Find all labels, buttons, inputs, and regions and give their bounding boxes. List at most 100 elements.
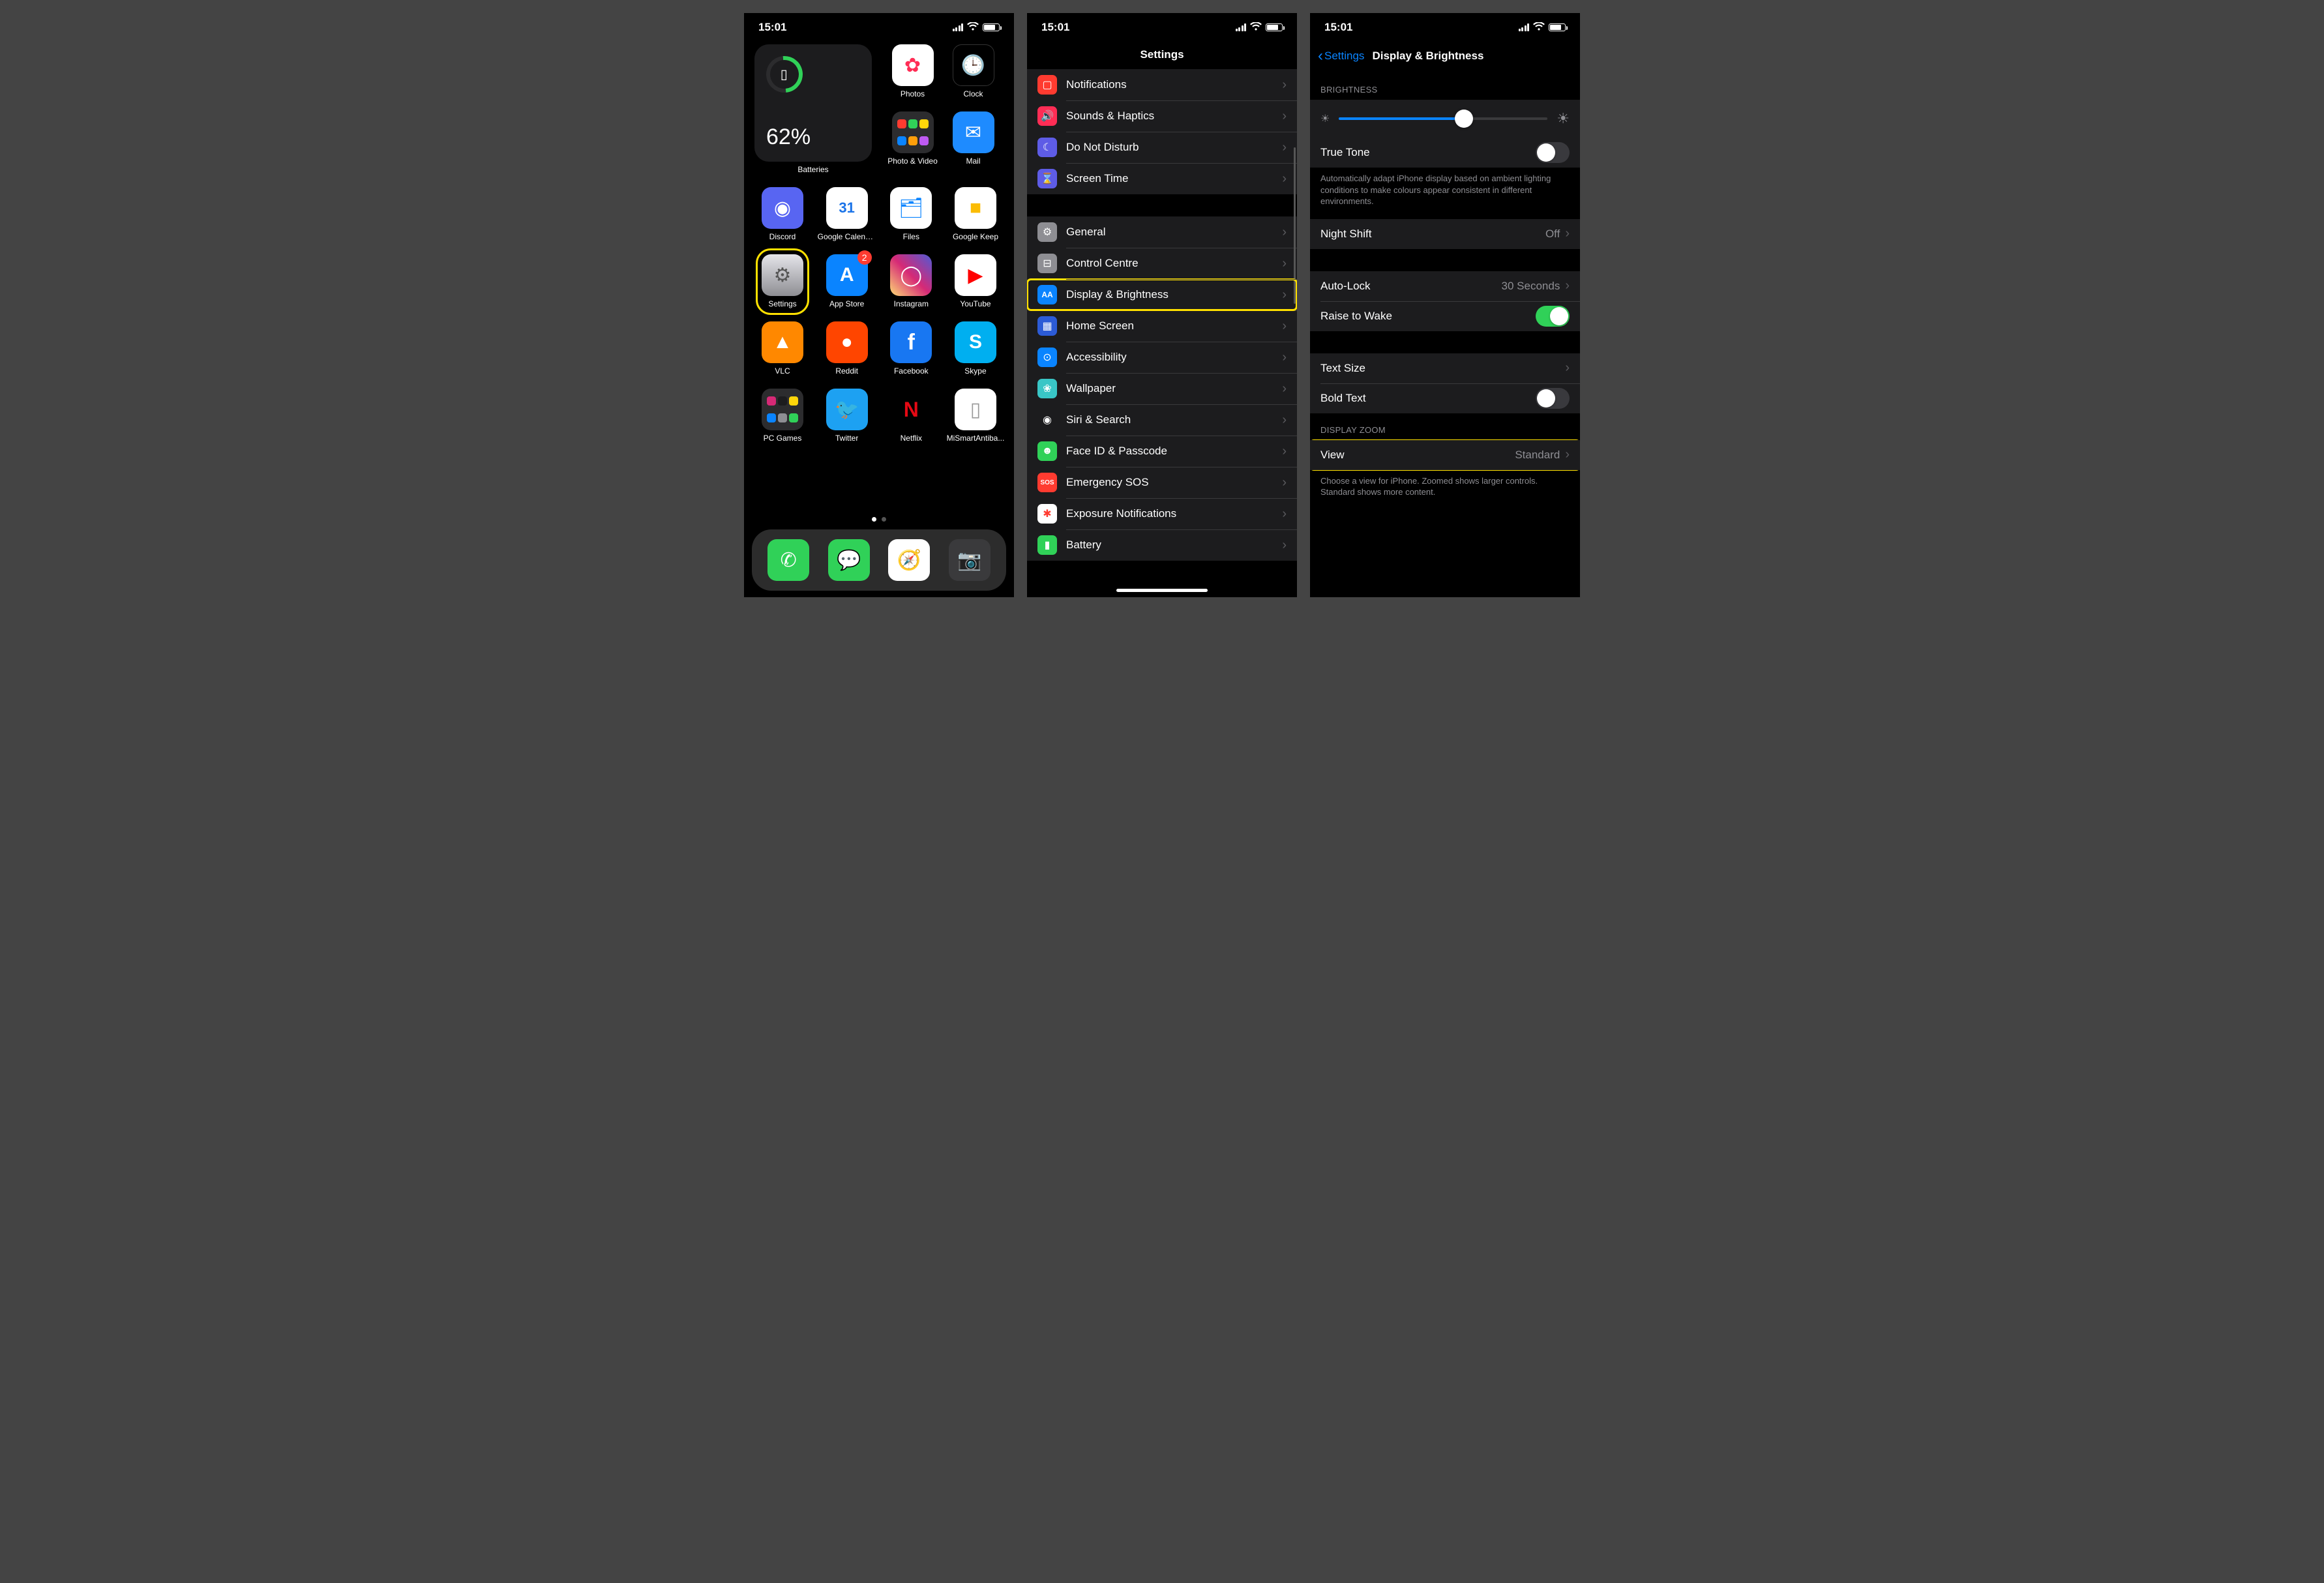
folder-icon (762, 389, 803, 430)
settings-row-face-id-passcode[interactable]: ☻Face ID & Passcode› (1027, 436, 1297, 467)
night-shift-row[interactable]: Night Shift Off › (1310, 219, 1580, 249)
raise-to-wake-row: Raise to Wake (1310, 301, 1580, 331)
settings-row-label: Battery (1066, 539, 1282, 552)
home-indicator[interactable] (1116, 589, 1208, 592)
settings-row-label: Sounds & Haptics (1066, 110, 1282, 123)
app-label: Twitter (835, 434, 858, 443)
app-photo-video[interactable]: Photo & Video (885, 111, 941, 166)
settings-row-label: Control Centre (1066, 257, 1282, 270)
page-title: Display & Brightness (1372, 50, 1483, 63)
app-files[interactable]: 🗂 Files (883, 187, 939, 241)
app-facebook[interactable]: fFacebook (883, 321, 939, 376)
wifi-icon (1533, 22, 1545, 33)
chevron-right-icon: › (1282, 78, 1287, 93)
cellular-icon (1519, 23, 1530, 31)
app-icon: ✉ (953, 111, 994, 153)
chevron-right-icon: › (1282, 413, 1287, 428)
app-messages[interactable]: 💬 (828, 539, 870, 581)
app-settings[interactable]: ⚙Settings (754, 254, 811, 308)
app-label: YouTube (960, 299, 991, 308)
settings-row-icon: ☾ (1037, 138, 1057, 157)
chevron-right-icon: › (1282, 507, 1287, 522)
app-label: Google Calendar (818, 232, 876, 241)
back-button[interactable]: ‹ Settings (1318, 47, 1364, 65)
app-icon: ✿ (892, 44, 934, 86)
settings-row-label: Do Not Disturb (1066, 141, 1282, 154)
text-size-row[interactable]: Text Size › (1310, 353, 1580, 383)
settings-scroll[interactable]: ▢Notifications›🔊Sounds & Haptics› ☾ Do Not… (1027, 69, 1297, 589)
display-brightness-screen: 15:01 ‹ Settings Display & Brightness BR… (1310, 13, 1580, 597)
view-label: View (1320, 449, 1515, 462)
app-google-calendar[interactable]: 31Google Calendar (819, 187, 875, 241)
settings-row-label: Display & Brightness (1066, 288, 1282, 301)
app-icon: 🗂 (890, 187, 932, 229)
chevron-right-icon: › (1282, 256, 1287, 271)
auto-lock-value: 30 Seconds (1502, 280, 1560, 293)
settings-row-notifications[interactable]: ▢Notifications› (1027, 69, 1297, 100)
settings-row-sounds-haptics[interactable]: 🔊Sounds & Haptics› (1027, 100, 1297, 132)
status-indicators (953, 22, 1000, 33)
app-pc-games[interactable]: PC Games (754, 389, 811, 443)
display-scroll[interactable]: BRIGHTNESS ☀ ☀ True Tone Automatically a… (1310, 73, 1580, 597)
app-vlc[interactable]: ▲VLC (754, 321, 811, 376)
settings-row-general[interactable]: ⚙General› (1027, 216, 1297, 248)
app-label: MiSmartAntiba... (947, 434, 1005, 443)
home-row-1r: ✿Photos🕒Clock (882, 44, 1004, 98)
true-tone-toggle[interactable] (1536, 142, 1570, 163)
settings-row-exposure-notifications[interactable]: ✱Exposure Notifications› (1027, 498, 1297, 529)
app-photos[interactable]: ✿Photos (885, 44, 941, 98)
app-reddit[interactable]: ●Reddit (819, 321, 875, 376)
settings-row-home-screen[interactable]: ▦Home Screen› (1027, 310, 1297, 342)
app-label: Files (903, 232, 919, 241)
settings-row-icon: ⚙ (1037, 222, 1057, 242)
auto-lock-row[interactable]: Auto-Lock 30 Seconds › (1310, 271, 1580, 301)
settings-row-icon: ▮ (1037, 535, 1057, 555)
chevron-right-icon: › (1282, 444, 1287, 459)
app-clock[interactable]: 🕒Clock (946, 44, 1002, 98)
sun-large-icon: ☀ (1557, 110, 1570, 127)
page-indicator[interactable] (744, 517, 1014, 522)
home-row-2r: Photo & Video✉Mail (882, 111, 1004, 166)
app-app-store[interactable]: A2App Store (819, 254, 875, 308)
settings-row-battery[interactable]: ▮ Battery› (1027, 529, 1297, 561)
app-camera[interactable]: 📷 (949, 539, 991, 581)
app-twitter[interactable]: 🐦Twitter (819, 389, 875, 443)
home-row-3: ◉Discord31Google Calendar 🗂 Files ■Google K… (754, 187, 1004, 241)
settings-row-wallpaper[interactable]: ❀Wallpaper› (1027, 373, 1297, 404)
settings-row-emergency-sos[interactable]: SOSEmergency SOS› (1027, 467, 1297, 498)
batteries-widget[interactable]: ▯ 62% (754, 44, 872, 162)
chevron-right-icon: › (1282, 140, 1287, 155)
app-discord[interactable]: ◉Discord (754, 187, 811, 241)
app-safari[interactable]: 🧭 (888, 539, 930, 581)
app-icon: A2 (826, 254, 868, 296)
settings-row-accessibility[interactable]: ⊙Accessibility› (1027, 342, 1297, 373)
chevron-right-icon: › (1282, 538, 1287, 553)
app-netflix[interactable]: NNetflix (883, 389, 939, 443)
bold-toggle[interactable] (1536, 388, 1570, 409)
raise-toggle[interactable] (1536, 306, 1570, 327)
folder-icon (892, 111, 934, 153)
settings-row-siri-search[interactable]: ◉Siri & Search› (1027, 404, 1297, 436)
app-label: Clock (963, 89, 983, 98)
app-icon: 💬 (828, 539, 870, 581)
settings-row-display-brightness[interactable]: AADisplay & Brightness› (1027, 279, 1297, 310)
battery-icon (1549, 23, 1566, 31)
brightness-slider[interactable] (1339, 117, 1547, 120)
app-google-keep[interactable]: ■Google Keep (947, 187, 1004, 241)
settings-row-control-centre[interactable]: ⊟Control Centre› (1027, 248, 1297, 279)
raise-label: Raise to Wake (1320, 310, 1536, 323)
app-skype[interactable]: SSkype (947, 321, 1004, 376)
chevron-right-icon: › (1282, 319, 1287, 334)
app-youtube[interactable]: ▶YouTube (947, 254, 1004, 308)
app-instagram[interactable]: ◯Instagram (883, 254, 939, 308)
settings-row-screen-time[interactable]: ⌛Screen Time› (1027, 163, 1297, 194)
section-brightness: BRIGHTNESS (1310, 73, 1580, 100)
dock: ✆ 💬 🧭 📷 (752, 529, 1006, 591)
view-row[interactable]: View Standard › (1310, 440, 1580, 470)
app-mail[interactable]: ✉Mail (946, 111, 1002, 166)
app-label: Skype (964, 366, 986, 376)
settings-row-label: Home Screen (1066, 319, 1282, 333)
app-phone[interactable]: ✆ (767, 539, 809, 581)
settings-row-do-not-disturb[interactable]: ☾ Do Not Disturb› (1027, 132, 1297, 163)
app-mismartantiba-[interactable]: ▯MiSmartAntiba... (947, 389, 1004, 443)
